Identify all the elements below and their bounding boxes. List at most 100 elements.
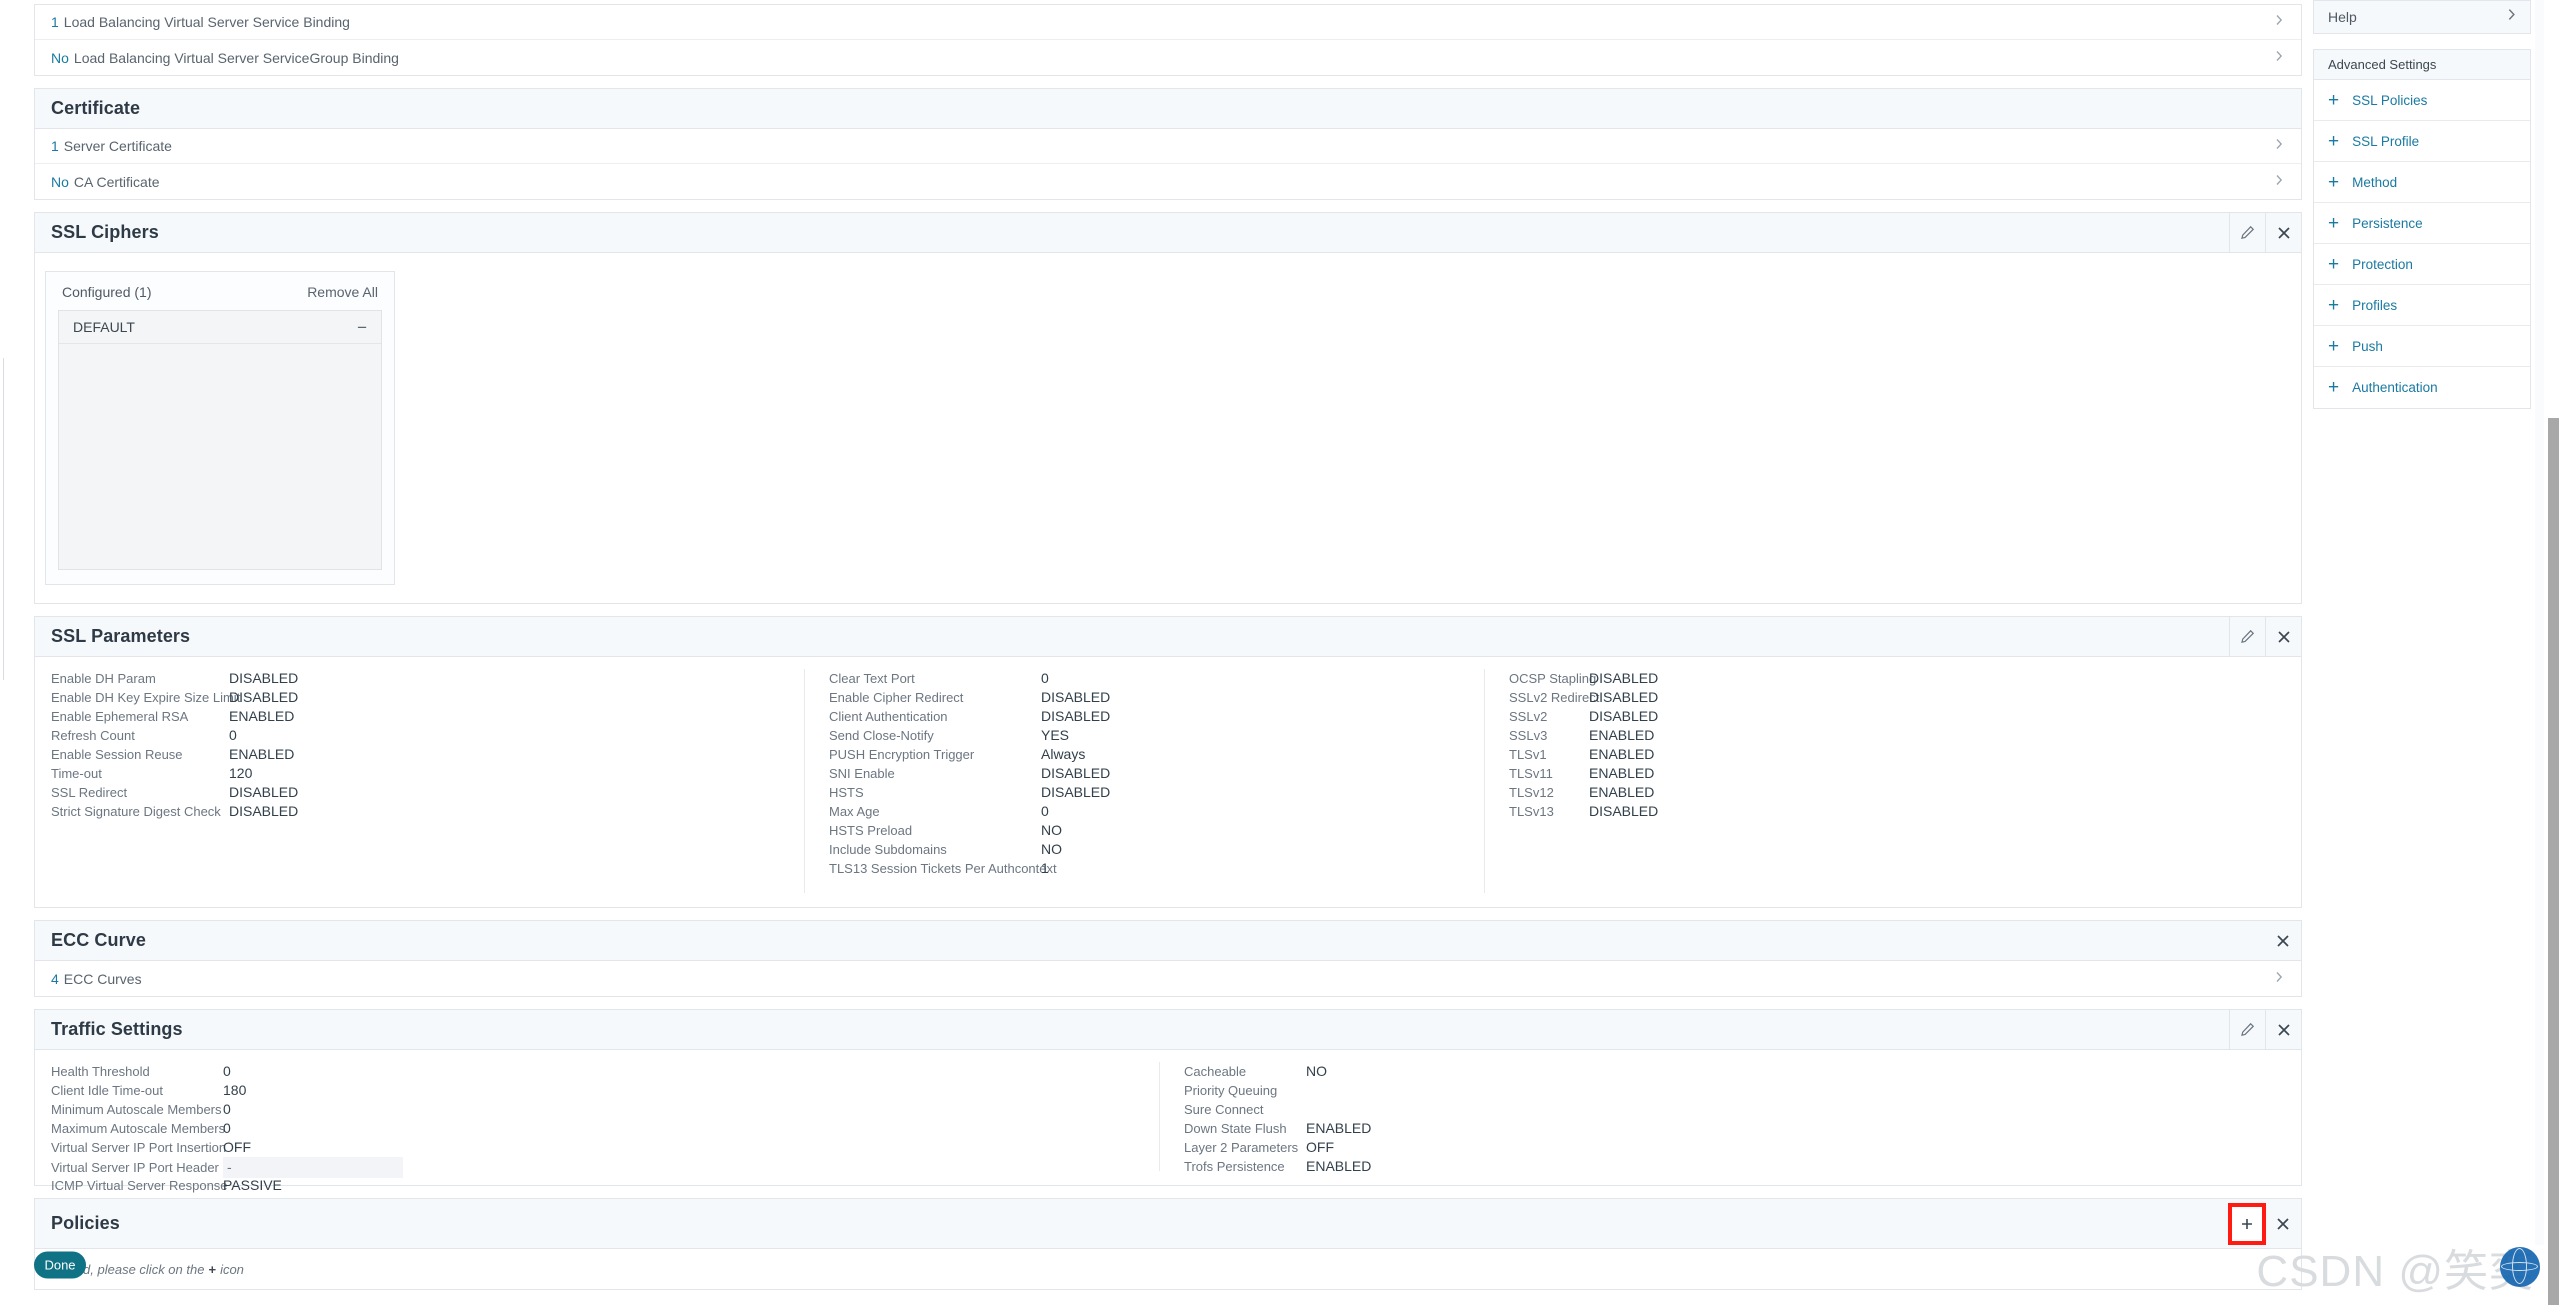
param-key: Sure Connect <box>1184 1102 1264 1117</box>
chevron-right-icon <box>2273 137 2285 155</box>
edit-button[interactable] <box>2229 213 2265 252</box>
ssl-params-column-2: Clear Text Port 0 Enable Cipher Redirect D… <box>805 669 1485 893</box>
param-row: SSLv2 Redirect DISABLED <box>1509 688 1658 707</box>
param-key: Enable DH Param <box>51 671 156 686</box>
close-button[interactable] <box>2265 617 2301 656</box>
param-key: Max Age <box>829 804 880 819</box>
param-key: Client Authentication <box>829 709 948 724</box>
param-key: OCSP Stapling <box>1509 671 1597 686</box>
param-row: Virtual Server IP Port Insertion OFF <box>51 1138 1141 1157</box>
param-row: SSLv3 ENABLED <box>1509 726 1658 745</box>
sidebar-item-persistence[interactable]: + Persistence <box>2314 203 2530 244</box>
param-row: Time-out 120 <box>51 764 786 783</box>
row-lb-service-binding[interactable]: 1 Load Balancing Virtual Server Service … <box>35 5 2301 40</box>
param-value: 0 <box>223 1101 231 1117</box>
param-row: Minimum Autoscale Members 0 <box>51 1100 1141 1119</box>
sidebar-item-authentication[interactable]: + Authentication <box>2314 367 2530 408</box>
param-key: Layer 2 Parameters <box>1184 1140 1299 1155</box>
ssl-ciphers-body: Configured (1) Remove All DEFAULT − <box>35 253 2301 603</box>
param-key: SSL Redirect <box>51 785 128 800</box>
param-row: Down State Flush ENABLED <box>1184 1119 1371 1138</box>
sidebar-item-label: Authentication <box>2352 380 2438 395</box>
right-sidebar: Help Advanced Settings + SSL Policies + … <box>2313 0 2531 409</box>
remove-cipher-icon[interactable]: − <box>357 319 367 336</box>
configured-ciphers-list[interactable]: DEFAULT − <box>58 310 382 570</box>
sidebar-item-label: Profiles <box>2352 297 2398 313</box>
sidebar-item-protection[interactable]: + Protection <box>2314 244 2530 285</box>
param-value: 0 <box>223 1063 231 1079</box>
param-key: TLSv12 <box>1509 785 1554 800</box>
help-label: Help <box>2328 9 2357 25</box>
close-button[interactable] <box>2265 1010 2301 1049</box>
panel-title: Policies <box>51 1213 120 1233</box>
param-value: DISABLED <box>1589 689 1659 705</box>
param-row: SSL Redirect DISABLED <box>51 783 786 802</box>
param-value: ENABLED <box>229 746 295 762</box>
param-value: 120 <box>229 765 253 781</box>
param-key: Refresh Count <box>51 728 135 743</box>
param-value: DISABLED <box>1041 765 1111 781</box>
param-value: ENABLED <box>1589 765 1655 781</box>
configured-ciphers-bar: Configured (1) Remove All <box>58 282 382 310</box>
param-row: Clear Text Port 0 <box>829 669 1466 688</box>
chevron-right-icon <box>2273 970 2285 988</box>
param-key: SSLv2 <box>1509 709 1548 724</box>
add-policy-button[interactable] <box>2228 1202 2266 1245</box>
row-server-certificate[interactable]: 1 Server Certificate <box>35 129 2301 164</box>
param-row: PUSH Encryption Trigger Always <box>829 745 1466 764</box>
sidebar-item-ssl-profile[interactable]: + SSL Profile <box>2314 121 2530 162</box>
close-button[interactable] <box>2265 213 2301 252</box>
edit-button[interactable] <box>2229 617 2265 656</box>
param-key: SNI Enable <box>829 766 895 781</box>
traffic-settings-panel: Traffic Settings Health Threshold 0 Clien… <box>34 1009 2302 1193</box>
param-key: Priority Queuing <box>1184 1083 1278 1098</box>
plus-icon: + <box>2328 335 2340 357</box>
param-row: Enable Cipher Redirect DISABLED <box>829 688 1466 707</box>
param-key: Time-out <box>51 766 102 781</box>
page-scrollbar-track[interactable] <box>2547 0 2560 1305</box>
param-value: DISABLED <box>1589 670 1659 686</box>
globe-icon <box>2500 1247 2540 1287</box>
param-row: TLS13 Session Tickets Per Authcontext 1 <box>829 859 1466 878</box>
sidebar-item-ssl-policies[interactable]: + SSL Policies <box>2314 80 2530 121</box>
done-button[interactable]: Done <box>34 1251 86 1279</box>
cipher-list-item[interactable]: DEFAULT − <box>59 311 381 344</box>
help-card[interactable]: Help <box>2313 0 2531 34</box>
edit-button[interactable] <box>2229 1010 2265 1049</box>
row-lb-servicegroup-binding[interactable]: No Load Balancing Virtual Server Service… <box>35 40 2301 75</box>
param-row: SSLv2 DISABLED <box>1509 707 1658 726</box>
traffic-settings-body: Health Threshold 0 Client Idle Time-out 18… <box>35 1050 2301 1193</box>
param-row: Strict Signature Digest Check DISABLED <box>51 802 786 821</box>
param-value: DISABLED <box>1589 803 1659 819</box>
param-row: Refresh Count 0 <box>51 726 786 745</box>
param-key: Clear Text Port <box>829 671 915 686</box>
panel-title: SSL Parameters <box>51 626 191 646</box>
sidebar-item-label: Persistence <box>2352 215 2423 231</box>
certificate-panel-header: Certificate <box>35 89 2301 129</box>
param-key: Trofs Persistence <box>1184 1159 1285 1174</box>
param-row: HSTS Preload NO <box>829 821 1466 840</box>
param-row: Maximum Autoscale Members 0 <box>51 1119 1141 1138</box>
param-value: ENABLED <box>1589 727 1655 743</box>
traffic-column-2: Cacheable NO Priority Queuing Sure Connec… <box>1160 1062 1389 1174</box>
row-ca-certificate[interactable]: No CA Certificate <box>35 164 2301 199</box>
sidebar-item-method[interactable]: + Method <box>2314 162 2530 203</box>
param-key: HSTS Preload <box>829 823 913 838</box>
close-button[interactable] <box>2265 921 2301 960</box>
plus-icon: + <box>2328 377 2340 398</box>
chevron-right-icon <box>2505 8 2518 26</box>
param-row: Layer 2 Parameters OFF <box>1184 1138 1371 1157</box>
row-ecc-curves[interactable]: 4 ECC Curves <box>35 961 2301 996</box>
inner-scrollbar-track[interactable] <box>2535 0 2544 1245</box>
remove-all-button[interactable]: Remove All <box>307 284 378 300</box>
close-button[interactable] <box>2265 1199 2301 1248</box>
sidebar-item-profiles[interactable]: + Profiles <box>2314 285 2530 326</box>
param-key: Strict Signature Digest Check <box>51 804 221 819</box>
page-scrollbar-thumb[interactable] <box>2548 418 2559 1305</box>
row-count: No <box>51 49 69 66</box>
panel-title: ECC Curve <box>51 930 146 950</box>
param-row: TLSv12 ENABLED <box>1509 783 1658 802</box>
chevron-right-icon <box>2273 173 2285 191</box>
param-value: NO <box>1041 822 1062 838</box>
sidebar-item-push[interactable]: + Push <box>2314 326 2530 367</box>
